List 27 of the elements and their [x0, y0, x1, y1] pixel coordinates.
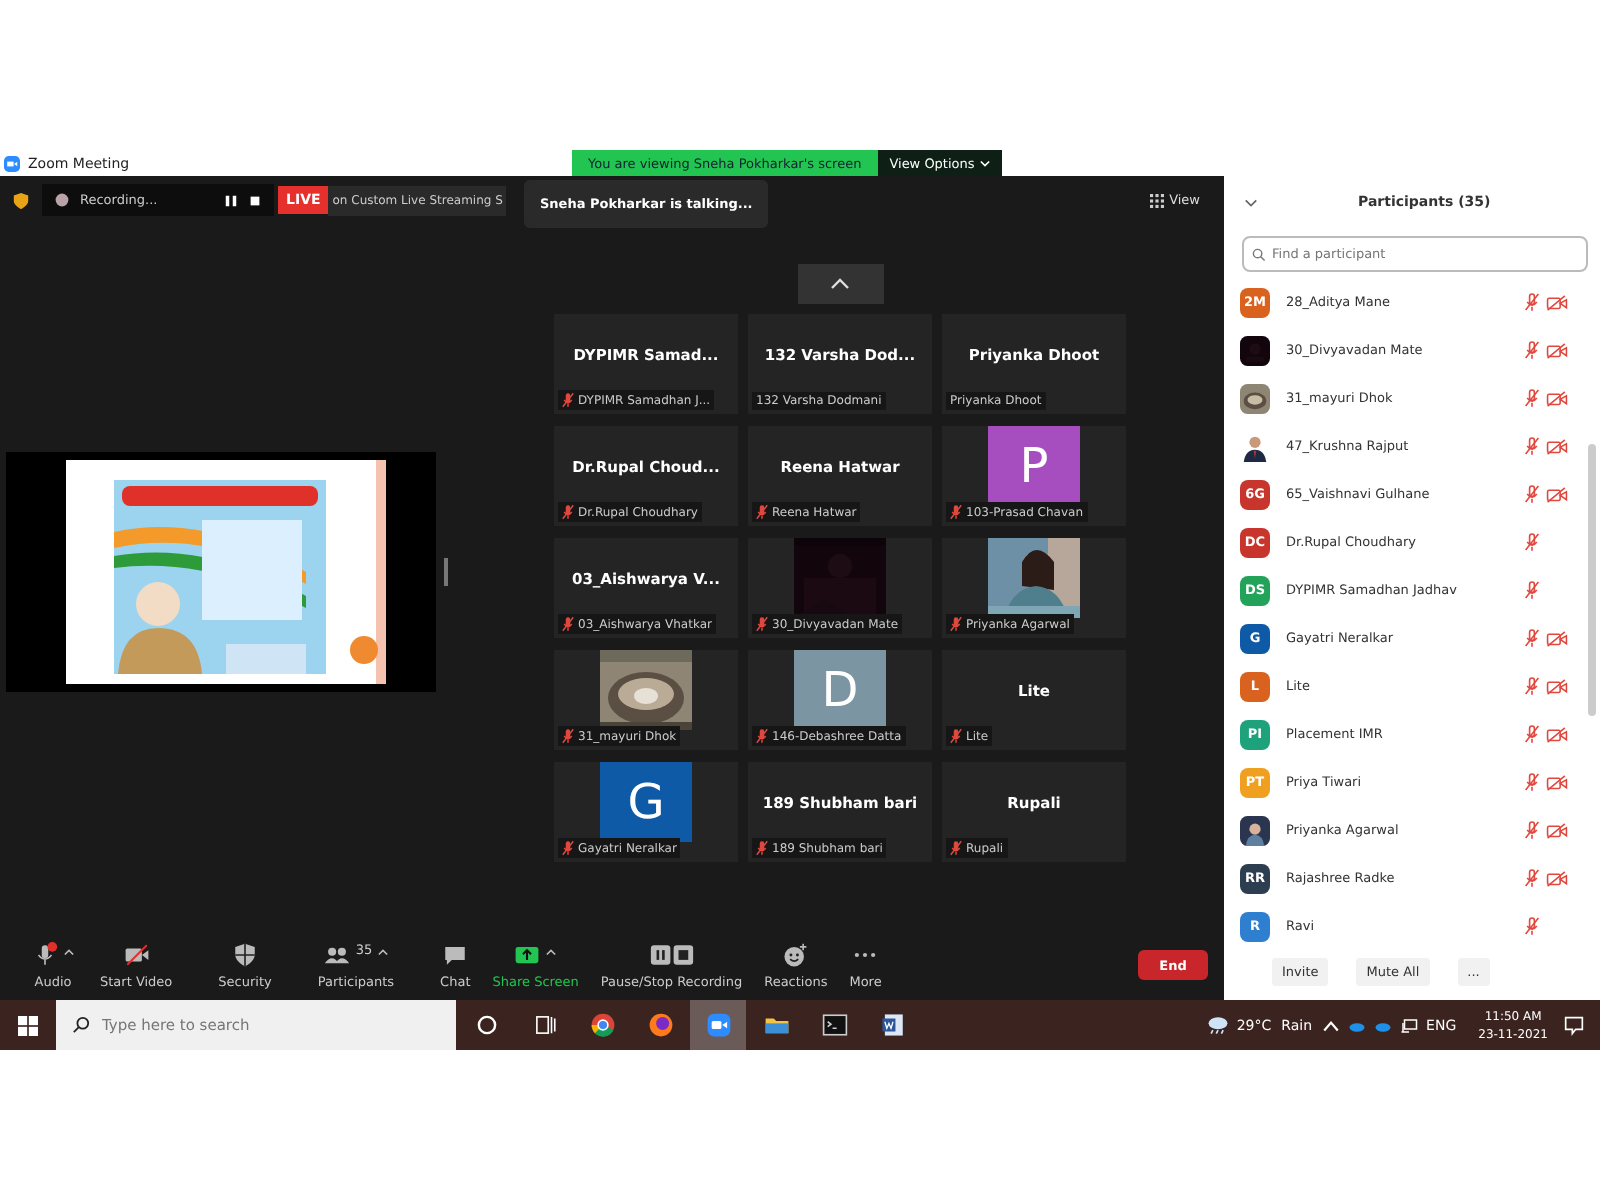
shield-icon	[232, 941, 258, 967]
caret-icon[interactable]	[546, 947, 557, 955]
shield-icon	[12, 191, 30, 209]
letter-avatar: P	[988, 426, 1080, 506]
chevron-up-icon[interactable]	[1322, 1017, 1341, 1033]
caret-icon[interactable]	[64, 947, 74, 955]
record-dot-icon	[54, 192, 70, 208]
chevron-up-icon	[830, 278, 850, 290]
camera-app-icon[interactable]	[690, 1000, 746, 1050]
stop-icon[interactable]	[248, 193, 262, 207]
caret-icon[interactable]	[378, 947, 389, 955]
video-off-icon	[123, 941, 150, 967]
caret-icon	[980, 159, 991, 167]
chat-icon	[442, 941, 469, 967]
grid-icon	[1149, 193, 1164, 207]
chevron-down-icon[interactable]	[1244, 197, 1258, 207]
letter-avatar: D	[794, 650, 886, 730]
notification-icon[interactable]	[1564, 1015, 1584, 1035]
smiley-icon	[782, 941, 809, 967]
pause-icon[interactable]	[224, 193, 238, 207]
letter-avatar: G	[600, 762, 692, 842]
share-screen-icon	[514, 941, 541, 967]
cloud-rain-icon	[1206, 1014, 1231, 1036]
microphone-icon	[32, 941, 58, 967]
start-icon[interactable]	[18, 1015, 38, 1035]
network-icon[interactable]	[1400, 1017, 1419, 1033]
pause-stop-icon	[647, 941, 696, 967]
